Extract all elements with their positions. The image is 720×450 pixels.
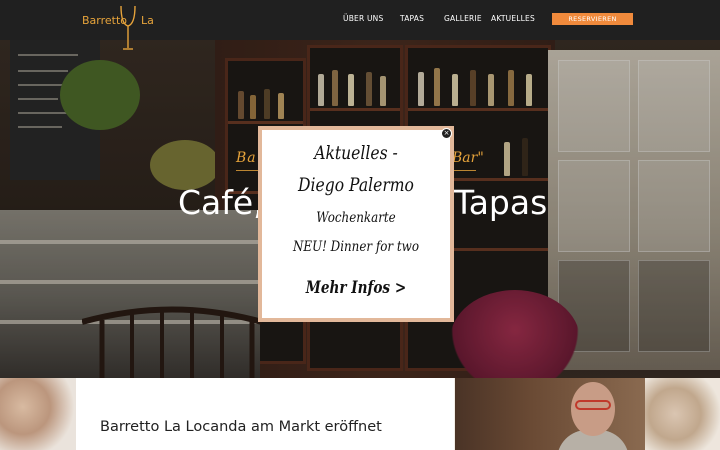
top-navbar: Barretto La ÜBER UNS TAPAS GALLERIE AKTU… <box>0 0 720 50</box>
nav-link-aktuelles[interactable]: AKTUELLES <box>491 14 535 23</box>
logo-text-right: La <box>141 14 154 27</box>
popup-line-wochenkarte: Wochenkarte <box>316 210 396 226</box>
hero-subtitle-left: Ba <box>236 150 257 166</box>
reserve-button[interactable]: RESERVIEREN <box>552 13 633 25</box>
site-logo[interactable]: Barretto La <box>82 5 172 50</box>
news-card: Barretto La Locanda am Markt eröffnet <box>76 378 454 450</box>
close-icon[interactable]: × <box>441 128 452 139</box>
popup-more-info-link[interactable]: Mehr Infos > <box>281 278 431 298</box>
news-popup: × Aktuelles - Diego Palermo Wochenkarte … <box>258 126 454 322</box>
wine-glass-icon <box>120 5 136 50</box>
news-heading: Barretto La Locanda am Markt eröffnet <box>100 419 382 435</box>
nav-link-gallerie[interactable]: GALLERIE <box>444 14 482 23</box>
food-image-right <box>645 378 720 450</box>
nav-link-tapas[interactable]: TAPAS <box>400 14 424 23</box>
hero-title-right: Tapas <box>454 183 548 222</box>
popup-title: Aktuelles - <box>314 142 398 164</box>
popup-line-dinner: NEU! Dinner for two <box>292 239 420 255</box>
nav-link-ueber-uns[interactable]: ÜBER UNS <box>343 14 383 23</box>
food-image-left <box>0 378 76 450</box>
hero-title-left: Café, <box>178 183 264 222</box>
popup-subtitle: Diego Palermo <box>298 174 414 196</box>
owner-photo <box>455 378 645 450</box>
news-section: Barretto La Locanda am Markt eröffnet <box>0 378 720 450</box>
hero-subtitle-right: Bar" <box>452 150 484 166</box>
